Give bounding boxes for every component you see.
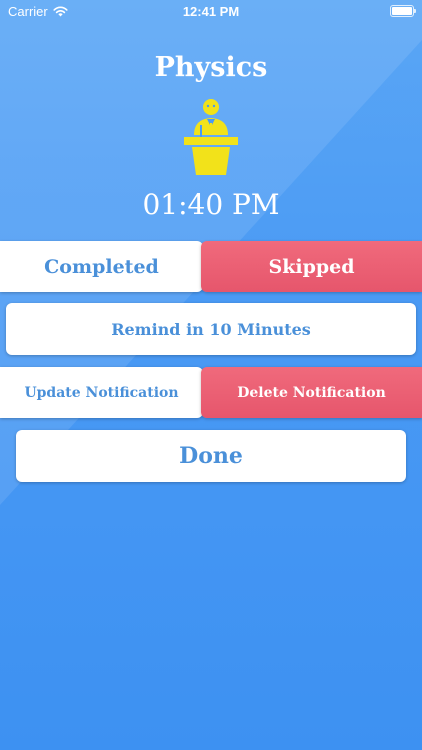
lecturer-podium-icon [182,97,240,177]
completed-button[interactable]: Completed [0,241,203,292]
subject-title: Physics [154,52,268,83]
status-time: 12:41 PM [182,4,240,19]
status-bar: Carrier 12:41 PM [0,0,422,22]
battery-icon [390,5,416,17]
delete-notification-button[interactable]: Delete Notification [201,367,422,418]
subject-time: 01:40 PM [142,188,280,221]
remind-button[interactable]: Remind in 10 Minutes [6,303,416,355]
done-button[interactable]: Done [16,430,406,482]
update-notification-button[interactable]: Update Notification [0,367,203,418]
skipped-button[interactable]: Skipped [201,241,422,292]
battery-level [392,7,412,15]
